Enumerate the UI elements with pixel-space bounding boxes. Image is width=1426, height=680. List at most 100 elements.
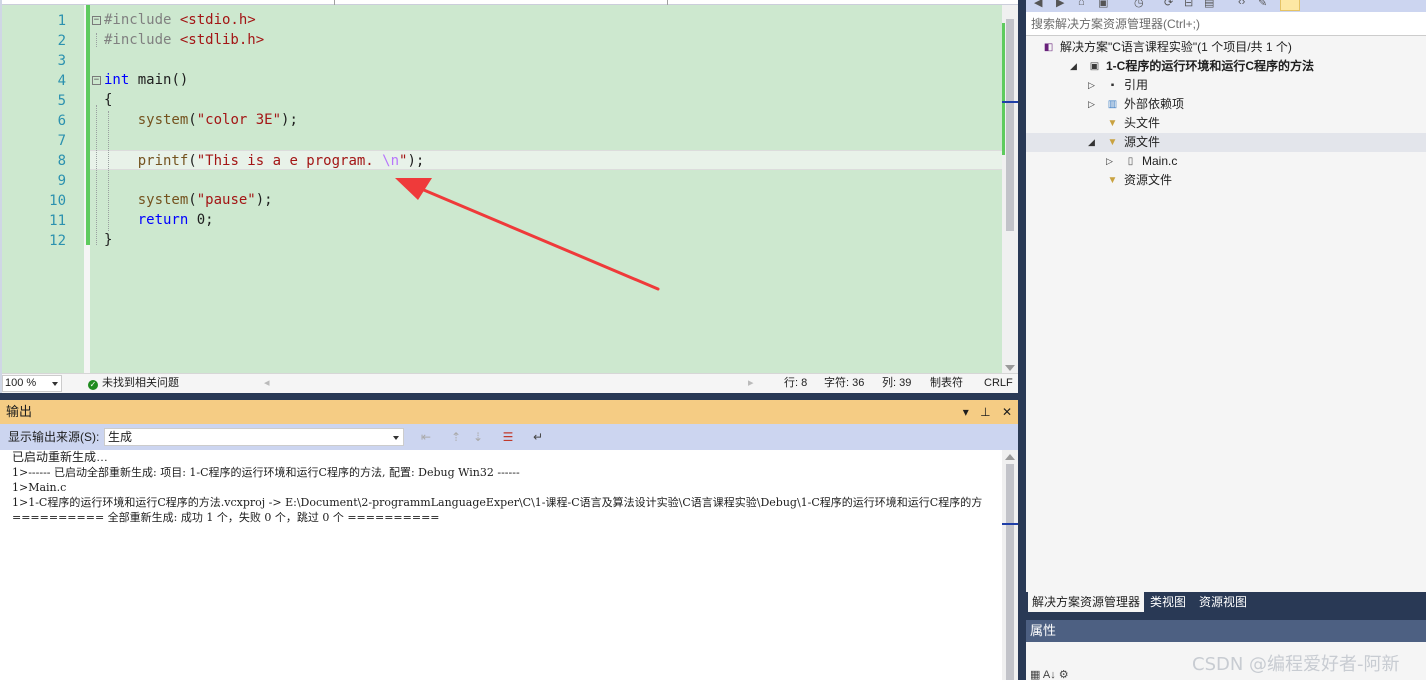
c-file-icon: ▯ bbox=[1127, 156, 1134, 167]
tree-item[interactable]: ▷ ▪ 引用 bbox=[1026, 76, 1426, 95]
chevron-down-icon bbox=[52, 382, 58, 386]
code-token: ( bbox=[188, 112, 197, 128]
column-indicator[interactable]: 列: 39 bbox=[882, 374, 911, 392]
scrollbar-thumb[interactable] bbox=[1006, 19, 1014, 231]
code-line[interactable]: #include <stdlib.h> bbox=[90, 30, 1002, 50]
line-number: 9 bbox=[57, 173, 66, 189]
code-line[interactable]: return 0; bbox=[90, 210, 1002, 230]
output-title: 输出 bbox=[6, 404, 33, 419]
code-line[interactable] bbox=[90, 50, 1002, 70]
code-token: \n bbox=[382, 153, 400, 169]
sync-icon[interactable]: ⟳ bbox=[1164, 0, 1173, 9]
go-to-error-icon[interactable]: ⇤ bbox=[418, 429, 434, 445]
code-line[interactable]: { bbox=[90, 90, 1002, 110]
alphabetical-icon[interactable]: A↓ bbox=[1043, 669, 1056, 680]
filter-folder-icon: ▼ bbox=[1107, 137, 1118, 148]
vs-icon[interactable]: ▣ bbox=[1098, 0, 1108, 9]
output-source-dropdown[interactable]: 生成 bbox=[104, 428, 404, 446]
tree-item[interactable]: ▼ 资源文件 bbox=[1026, 171, 1426, 190]
history-icon[interactable]: ◷ bbox=[1134, 0, 1144, 9]
properties-wrench-icon[interactable]: ✎ bbox=[1258, 0, 1267, 9]
code-line[interactable]: } bbox=[90, 230, 1002, 250]
word-wrap-icon[interactable]: ↵ bbox=[530, 429, 546, 445]
back-icon[interactable]: ◀ bbox=[1034, 0, 1042, 9]
tree-item[interactable]: ◧ 解决方案"C语言课程实验"(1 个项目/共 1 个) bbox=[1026, 38, 1426, 57]
tree-item[interactable]: ◢ ▼ 源文件 bbox=[1026, 133, 1426, 152]
scroll-up-arrow-icon[interactable] bbox=[1005, 454, 1015, 460]
scroll-down-arrow-icon[interactable] bbox=[1005, 365, 1015, 371]
next-message-icon[interactable]: ⇣ bbox=[470, 429, 486, 445]
collapse-all-icon[interactable]: ⊟ bbox=[1184, 0, 1193, 9]
collapse-arrow-icon[interactable]: ◢ bbox=[1070, 57, 1077, 76]
current-code-line[interactable]: printf("This is a e program. \n"); bbox=[90, 150, 1002, 170]
output-line: 1>------ 已启动全部重新生成: 项目: 1-C程序的运行环境和运行C程序… bbox=[12, 466, 520, 479]
scroll-left-arrow-icon[interactable]: ◂ bbox=[264, 374, 270, 392]
scrollbar-thumb[interactable] bbox=[1006, 464, 1014, 680]
preview-selected-item-icon[interactable] bbox=[1280, 0, 1300, 11]
output-source-label: 显示输出来源(S): bbox=[8, 430, 100, 444]
code-line[interactable]: int main() bbox=[90, 70, 1002, 90]
forward-icon[interactable]: ▶ bbox=[1056, 0, 1064, 9]
home-icon[interactable]: ⌂ bbox=[1078, 0, 1085, 8]
clear-all-icon[interactable]: ☰ bbox=[500, 429, 516, 445]
code-token: #include bbox=[104, 12, 180, 28]
line-ending-indicator[interactable]: CRLF bbox=[984, 374, 1013, 392]
code-view-icon[interactable]: ‹› bbox=[1238, 0, 1245, 8]
scroll-right-arrow-icon[interactable]: ▸ bbox=[748, 374, 754, 392]
code-line[interactable] bbox=[90, 130, 1002, 150]
code-line[interactable]: #include <stdio.h> bbox=[90, 10, 1002, 30]
solution-search-input[interactable]: 搜索解决方案资源管理器(Ctrl+;) bbox=[1026, 12, 1426, 36]
output-title-bar: 输出 ▾ ⊥ ✕ bbox=[0, 400, 1018, 424]
output-source-value: 生成 bbox=[108, 430, 133, 444]
line-number: 4 bbox=[57, 73, 66, 89]
line-number: 3 bbox=[57, 53, 66, 69]
window-position-dropdown-icon[interactable]: ▾ bbox=[963, 405, 969, 419]
property-pages-icon[interactable]: ⚙ bbox=[1059, 669, 1069, 680]
pin-icon[interactable]: ⊥ bbox=[980, 405, 990, 419]
indent-mode-indicator[interactable]: 制表符 bbox=[930, 374, 963, 392]
tree-item[interactable]: ▷ ▥ 外部依赖项 bbox=[1026, 95, 1426, 114]
code-line[interactable]: system("color 3E"); bbox=[90, 110, 1002, 130]
tab-resource-view[interactable]: 资源视图 bbox=[1195, 592, 1251, 612]
tab-solution-explorer[interactable]: 解决方案资源管理器 bbox=[1028, 592, 1145, 612]
tree-item-label: 资源文件 bbox=[1124, 173, 1173, 187]
code-area[interactable]: #include <stdio.h> #include <stdlib.h> int… bbox=[90, 5, 1002, 373]
collapse-icon[interactable]: − bbox=[92, 16, 101, 25]
tree-item[interactable]: ▼ 头文件 bbox=[1026, 114, 1426, 133]
code-token: } bbox=[104, 232, 113, 248]
watermark: CSDN @编程爱好者-阿新 bbox=[1192, 654, 1400, 675]
code-line[interactable] bbox=[90, 170, 1002, 190]
code-line[interactable]: system("pause"); bbox=[90, 190, 1002, 210]
editor-vertical-scrollbar[interactable] bbox=[1002, 5, 1018, 373]
output-text-area[interactable]: 已启动重新生成… 1>------ 已启动全部重新生成: 项目: 1-C程序的运… bbox=[0, 450, 1002, 680]
close-icon[interactable]: ✕ bbox=[1002, 405, 1012, 419]
caret-position-marker bbox=[1002, 101, 1018, 103]
line-number: 6 bbox=[57, 113, 66, 129]
output-toolbar: 显示输出来源(S): 生成 ⇤ ⇡ ⇣ ☰ ↵ bbox=[0, 424, 1018, 450]
tree-item[interactable]: ▷ ▯ Main.c bbox=[1026, 152, 1426, 171]
collapse-icon[interactable]: − bbox=[92, 76, 101, 85]
chevron-down-icon bbox=[393, 436, 399, 440]
output-line: ========== 全部重新生成: 成功 1 个，失败 0 个，跳过 0 个 … bbox=[12, 511, 440, 524]
zoom-dropdown[interactable]: 100 % bbox=[2, 375, 62, 392]
previous-message-icon[interactable]: ⇡ bbox=[448, 429, 464, 445]
issues-indicator[interactable]: ✓ 未找到相关问题 bbox=[88, 374, 179, 392]
line-number: 8 bbox=[57, 153, 66, 169]
char-indicator[interactable]: 字符: 36 bbox=[824, 374, 864, 392]
code-editor[interactable]: 1 2 3 4 5 6 7 8 9 10 11 12 #include <stdio.h> #inclu… bbox=[0, 0, 1018, 393]
categorized-icon[interactable]: ▦ bbox=[1030, 669, 1040, 680]
expand-arrow-icon[interactable]: ▷ bbox=[1106, 152, 1113, 171]
position-marker bbox=[1002, 523, 1018, 525]
tab-class-view[interactable]: 类视图 bbox=[1146, 592, 1190, 612]
line-indicator[interactable]: 行: 8 bbox=[784, 374, 807, 392]
expand-arrow-icon[interactable]: ▷ bbox=[1088, 76, 1095, 95]
show-all-files-icon[interactable]: ▤ bbox=[1204, 0, 1214, 9]
tree-item[interactable]: ◢ ▣ 1-C程序的运行环境和运行C程序的方法 bbox=[1026, 57, 1426, 76]
output-vertical-scrollbar[interactable] bbox=[1002, 450, 1018, 680]
line-number: 10 bbox=[49, 193, 66, 209]
collapse-arrow-icon[interactable]: ◢ bbox=[1088, 133, 1095, 152]
expand-arrow-icon[interactable]: ▷ bbox=[1088, 95, 1095, 114]
line-number: 7 bbox=[57, 133, 66, 149]
